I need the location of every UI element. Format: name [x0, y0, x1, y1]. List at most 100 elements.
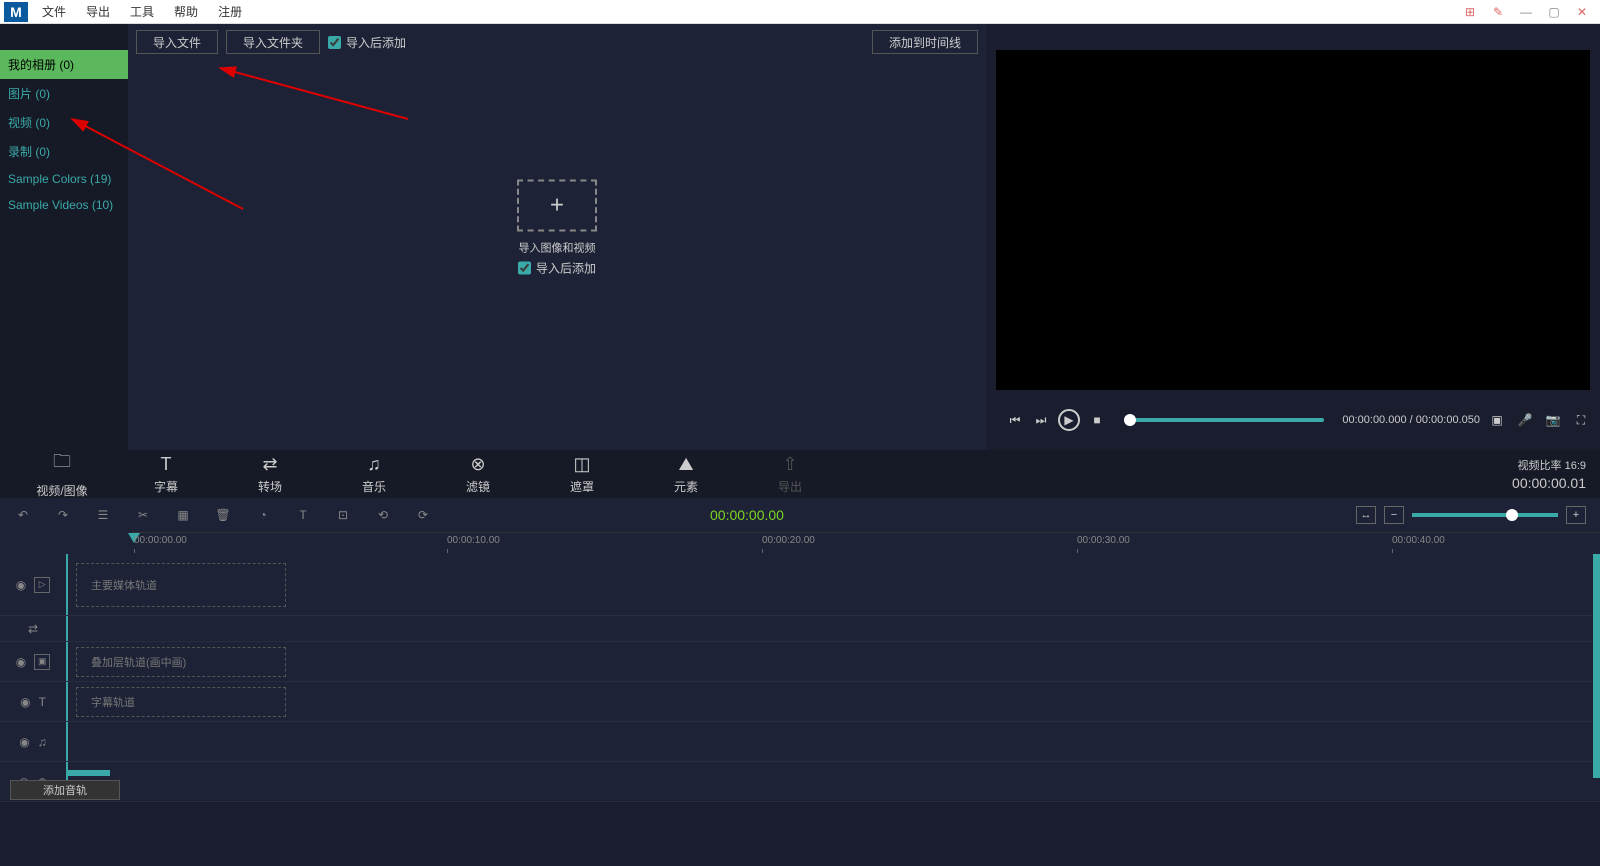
eye-icon[interactable]: ◉ — [16, 655, 26, 669]
add-audio-track-button[interactable]: 添加音轨 — [10, 780, 120, 800]
mic-icon[interactable]: 🎤 — [1516, 411, 1534, 429]
text-icon: T — [161, 454, 172, 475]
rotate-right-icon[interactable]: ⟳ — [414, 506, 432, 524]
import-file-button[interactable]: 导入文件 — [136, 30, 218, 54]
sidebar-item-sample-videos[interactable]: Sample Videos (10) — [0, 192, 128, 218]
titlebar: M 文件 导出 工具 帮助 注册 ⊞ ✎ — ▢ ✕ — [0, 0, 1600, 24]
module-right-info: 视频比率 16:9 00:00:00.01 — [1512, 457, 1586, 491]
menu-help[interactable]: 帮助 — [164, 0, 208, 23]
track-overlay[interactable]: ◉▣ 叠加层轨道(画中画) — [0, 642, 1600, 682]
overlay-track-placeholder[interactable]: 叠加层轨道(画中画) — [76, 647, 286, 677]
tab-filter[interactable]: ⊗滤镜 — [426, 454, 530, 495]
snapshot-icon[interactable]: ▣ — [1488, 411, 1506, 429]
layout-icon-2[interactable]: ✎ — [1490, 4, 1506, 20]
video-ratio-label: 视频比率 16:9 — [1512, 457, 1586, 473]
timeline-scrollbar[interactable] — [1593, 554, 1600, 778]
redo-icon[interactable]: ↷ — [54, 506, 72, 524]
add-after-import-label: 导入后添加 — [346, 34, 406, 51]
sidebar-item-images[interactable]: 图片 (0) — [0, 79, 128, 108]
preview-screen[interactable] — [996, 50, 1590, 390]
import-folder-button[interactable]: 导入文件夹 — [226, 30, 320, 54]
module-tabs: 🗀视频/图像 T字幕 ⇄转场 ♫音乐 ⊗滤镜 ◫遮罩 ⛰元素 ⇧导出 视频比率 … — [0, 450, 1600, 498]
zoom-out-icon[interactable]: − — [1384, 506, 1404, 524]
zoom-in-icon[interactable]: + — [1566, 506, 1586, 524]
layout-icon-1[interactable]: ⊞ — [1462, 4, 1478, 20]
delete-icon[interactable]: 🗑 — [214, 506, 232, 524]
menu-file[interactable]: 文件 — [32, 0, 76, 23]
track-music[interactable]: ◉♫ — [0, 722, 1600, 762]
menu-export[interactable]: 导出 — [76, 0, 120, 23]
crop-tool-icon[interactable]: ⊡ — [334, 506, 352, 524]
text-tool-icon[interactable]: T — [294, 506, 312, 524]
speed-icon[interactable]: ◔ — [254, 506, 272, 524]
prev-frame-icon[interactable]: ⏮ — [1006, 411, 1024, 429]
transition-track-icon: ⇄ — [28, 622, 38, 636]
track-transition[interactable]: ⇄ — [0, 616, 1600, 642]
minimize-icon[interactable]: — — [1518, 4, 1534, 20]
add-after-import-input[interactable] — [328, 36, 341, 49]
import-dropzone[interactable]: + 导入图像和视频 导入后添加 — [517, 179, 597, 276]
eye-icon[interactable]: ◉ — [19, 735, 29, 749]
export-icon: ⇧ — [782, 454, 797, 475]
zoom-thumb[interactable] — [1506, 509, 1518, 521]
module-time: 00:00:00.01 — [1512, 475, 1586, 491]
timeline-ruler[interactable]: 00:00:00.00 00:00:10.00 00:00:20.00 00:0… — [132, 532, 1600, 554]
tracks-area: ◉▷ 主要媒体轨道 ⇄ ◉▣ 叠加层轨道(画中画) ◉T 字幕轨道 ◉♫ ◉⊕ … — [0, 554, 1600, 800]
preview-progress-thumb[interactable] — [1124, 414, 1136, 426]
play-icon[interactable]: ▶ — [1058, 409, 1080, 431]
preview-controls: ⏮ ⏭ ▶ ■ 00:00:00.000 / 00:00:00.050 ▣ 🎤 … — [996, 390, 1600, 450]
menu-register[interactable]: 注册 — [208, 0, 252, 23]
timeline-zoom: ↔ − + — [1356, 506, 1586, 524]
transition-icon: ⇄ — [262, 454, 277, 475]
preview-progress[interactable] — [1124, 418, 1324, 422]
close-icon[interactable]: ✕ — [1574, 4, 1590, 20]
fullscreen-icon[interactable]: ⛶ — [1572, 411, 1590, 429]
tab-subtitle[interactable]: T字幕 — [114, 454, 218, 495]
fit-zoom-icon[interactable]: ↔ — [1356, 506, 1376, 524]
top-area: 我的相册 (0) 图片 (0) 视频 (0) 录制 (0) Sample Col… — [0, 24, 1600, 450]
menu-tools[interactable]: 工具 — [120, 0, 164, 23]
media-toolbar: 导入文件 导入文件夹 导入后添加 添加到时间线 — [128, 24, 986, 60]
tab-mask[interactable]: ◫遮罩 — [530, 454, 634, 495]
ruler-mark: 00:00:00.00 — [134, 535, 187, 546]
settings-icon[interactable]: ☰ — [94, 506, 112, 524]
timeline-toolbar: ↶ ↷ ☰ ✂ ▦ 🗑 ◔ T ⊡ ⟲ ⟳ 00:00:00.00 ↔ − + — [0, 498, 1600, 532]
ruler-mark: 00:00:30.00 — [1077, 535, 1130, 546]
track-subtitle[interactable]: ◉T 字幕轨道 — [0, 682, 1600, 722]
sidebar-item-album[interactable]: 我的相册 (0) — [0, 50, 128, 79]
sidebar-item-sample-colors[interactable]: Sample Colors (19) — [0, 166, 128, 192]
element-icon: ⛰ — [678, 454, 693, 475]
sidebar-item-videos[interactable]: 视频 (0) — [0, 108, 128, 137]
ruler-mark: 00:00:10.00 — [447, 535, 500, 546]
next-frame-icon[interactable]: ⏭ — [1032, 411, 1050, 429]
sidebar-item-record[interactable]: 录制 (0) — [0, 137, 128, 166]
folder-icon: 🗀 — [53, 449, 71, 479]
tab-music[interactable]: ♫音乐 — [322, 454, 426, 495]
camera-icon[interactable]: 📷 — [1544, 411, 1562, 429]
zoom-slider[interactable] — [1412, 513, 1558, 517]
track-main[interactable]: ◉▷ 主要媒体轨道 — [0, 554, 1600, 616]
rotate-left-icon[interactable]: ⟲ — [374, 506, 392, 524]
add-to-timeline-button[interactable]: 添加到时间线 — [872, 30, 978, 54]
track-extra[interactable]: ◉⊕ — [0, 762, 1600, 802]
import-plus-icon[interactable]: + — [517, 179, 597, 231]
stop-icon[interactable]: ■ — [1088, 411, 1106, 429]
import-box-checkbox-input[interactable] — [518, 261, 531, 274]
cut-icon[interactable]: ✂ — [134, 506, 152, 524]
eye-icon[interactable]: ◉ — [16, 578, 26, 592]
import-box-checkbox[interactable]: 导入后添加 — [517, 259, 597, 276]
tab-video-image[interactable]: 🗀视频/图像 — [10, 449, 114, 499]
main-track-placeholder[interactable]: 主要媒体轨道 — [76, 563, 286, 607]
tab-export: ⇧导出 — [738, 454, 842, 495]
subtitle-track-placeholder[interactable]: 字幕轨道 — [76, 687, 286, 717]
tab-transition[interactable]: ⇄转场 — [218, 454, 322, 495]
crop-icon[interactable]: ▦ — [174, 506, 192, 524]
timeline-scroll-h[interactable] — [66, 770, 110, 776]
maximize-icon[interactable]: ▢ — [1546, 4, 1562, 20]
tab-element[interactable]: ⛰元素 — [634, 454, 738, 495]
add-after-import-checkbox[interactable]: 导入后添加 — [328, 34, 406, 51]
window-controls: ⊞ ✎ — ▢ ✕ — [1462, 4, 1600, 20]
undo-icon[interactable]: ↶ — [14, 506, 32, 524]
media-canvas[interactable]: + 导入图像和视频 导入后添加 — [128, 60, 986, 450]
eye-icon[interactable]: ◉ — [20, 695, 30, 709]
